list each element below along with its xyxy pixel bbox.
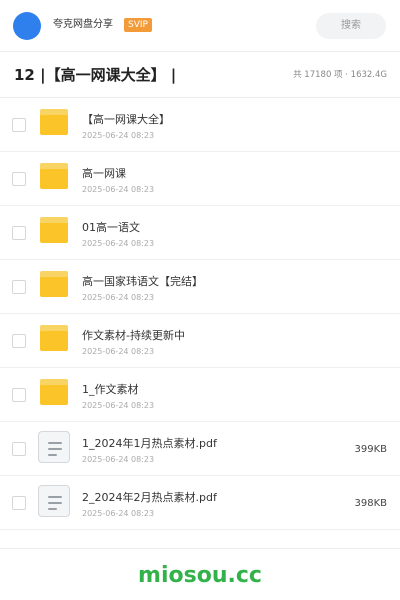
item-date: 2025-06-24 08:23 — [82, 455, 155, 464]
item-date: 2025-06-24 08:23 — [82, 239, 155, 248]
item-name[interactable]: 【高一网课大全】 — [82, 112, 170, 127]
brand-watermark[interactable]: miosou.cc — [0, 563, 400, 589]
row-checkbox[interactable] — [12, 172, 26, 186]
item-name[interactable]: 01高一语文 — [82, 220, 140, 235]
item-name[interactable]: 1_作文素材 — [82, 382, 139, 397]
top-bar: 夸克网盘分享 SVIP 搜索 — [0, 0, 400, 52]
item-name[interactable]: 2_2024年2月热点素材.pdf — [82, 490, 217, 505]
folder-icon — [40, 271, 68, 297]
list-item[interactable]: 1_作文素材 2025-06-24 08:23 — [0, 368, 400, 422]
folder-stats: 共 17180 项 · 1632.4G — [293, 70, 387, 80]
row-checkbox[interactable] — [12, 226, 26, 240]
folder-icon — [40, 163, 68, 189]
list-item[interactable]: 1_2024年1月热点素材.pdf 2025-06-24 08:23 399KB — [0, 422, 400, 476]
row-checkbox[interactable] — [12, 496, 26, 510]
item-date: 2025-06-24 08:23 — [82, 185, 155, 194]
row-checkbox[interactable] — [12, 280, 26, 294]
list-item[interactable]: 2_2024年2月热点素材.pdf 2025-06-24 08:23 398KB — [0, 476, 400, 530]
item-date: 2025-06-24 08:23 — [82, 401, 155, 410]
item-date: 2025-06-24 08:23 — [82, 347, 155, 356]
list-item[interactable]: 作文素材-持续更新中 2025-06-24 08:23 — [0, 314, 400, 368]
folder-icon — [40, 379, 68, 405]
row-checkbox[interactable] — [12, 334, 26, 348]
file-list: 【高一网课大全】 2025-06-24 08:23 高一网课 2025-06-2… — [0, 98, 400, 530]
item-date: 2025-06-24 08:23 — [82, 131, 155, 140]
item-date: 2025-06-24 08:23 — [82, 293, 155, 302]
folder-icon — [40, 109, 68, 135]
folder-icon — [40, 325, 68, 351]
item-size: 399KB — [354, 444, 387, 455]
item-name[interactable]: 高一网课 — [82, 166, 126, 181]
list-item[interactable]: 高一国家玮语文【完结】 2025-06-24 08:23 — [0, 260, 400, 314]
row-checkbox[interactable] — [12, 388, 26, 402]
item-name[interactable]: 1_2024年1月热点素材.pdf — [82, 436, 217, 451]
document-icon — [38, 431, 70, 463]
list-item[interactable]: 【高一网课大全】 2025-06-24 08:23 — [0, 98, 400, 152]
document-icon — [38, 485, 70, 517]
site-name: 夸克网盘分享 — [53, 19, 113, 30]
item-name[interactable]: 高一国家玮语文【完结】 — [82, 274, 203, 289]
svip-badge: SVIP — [124, 18, 152, 32]
avatar[interactable] — [13, 12, 41, 40]
search-button[interactable]: 搜索 — [316, 13, 386, 39]
folder-title-bar: 12 |【高一网课大全】 | 共 17180 项 · 1632.4G — [0, 52, 400, 98]
item-size: 398KB — [354, 498, 387, 509]
item-name[interactable]: 作文素材-持续更新中 — [82, 328, 185, 343]
item-date: 2025-06-24 08:23 — [82, 509, 155, 518]
row-checkbox[interactable] — [12, 118, 26, 132]
list-item[interactable]: 01高一语文 2025-06-24 08:23 — [0, 206, 400, 260]
folder-icon — [40, 217, 68, 243]
page-title: 12 |【高一网课大全】 | — [14, 66, 177, 84]
list-item[interactable]: 高一网课 2025-06-24 08:23 — [0, 152, 400, 206]
footer: miosou.cc — [0, 548, 400, 600]
row-checkbox[interactable] — [12, 442, 26, 456]
